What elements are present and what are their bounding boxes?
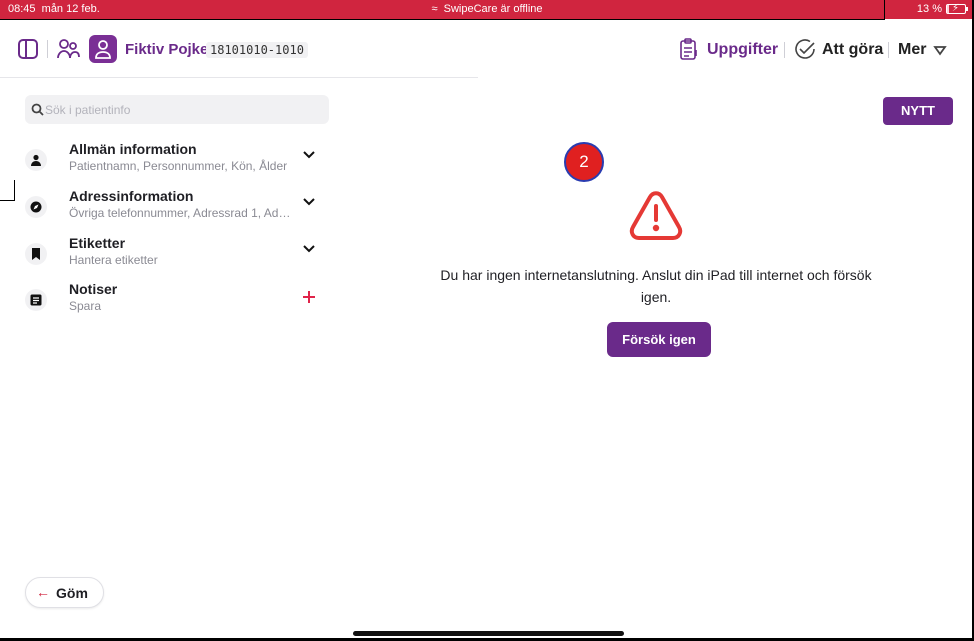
bookmark-icon <box>25 243 47 265</box>
header-divider <box>0 77 478 78</box>
patients-icon[interactable] <box>56 38 80 60</box>
sidebar-item-labels[interactable]: Etiketter Hantera etiketter <box>25 235 325 275</box>
home-indicator[interactable] <box>353 631 624 636</box>
hide-panel-label: Göm <box>56 585 88 601</box>
battery-status: 13 % ⚡ <box>916 3 968 15</box>
annotation-line-top-right <box>884 0 885 20</box>
more-menu[interactable]: Mer <box>898 41 926 59</box>
patient-avatar[interactable] <box>89 35 117 63</box>
search-icon <box>31 103 44 116</box>
sidebar-item-title: Notiser <box>69 281 118 297</box>
chevron-down-icon[interactable] <box>933 44 947 56</box>
sidebar-item-subtitle: Hantera etiketter <box>69 253 158 267</box>
plus-icon[interactable] <box>301 289 317 305</box>
person-icon <box>25 149 47 171</box>
search-box[interactable] <box>25 95 329 124</box>
compass-icon <box>25 196 47 218</box>
sidebar-item-general-info[interactable]: Allmän information Patientnamn, Personnu… <box>25 141 325 181</box>
sidebar-toggle-icon[interactable] <box>18 39 38 59</box>
battery-level <box>947 5 950 13</box>
annotation-line-left <box>0 200 14 201</box>
sidebar-item-notes[interactable]: Notiser Spara <box>25 281 325 321</box>
offline-text: SwipeCare är offline <box>443 3 543 15</box>
warning-icon <box>628 189 684 241</box>
annotation-line-left-vertical <box>14 180 15 201</box>
header-separator <box>888 42 889 58</box>
charging-icon: ⚡ <box>952 3 960 14</box>
offline-indicator: ≈ SwipeCare är offline <box>0 3 974 15</box>
sidebar-item-title: Adressinformation <box>69 188 194 204</box>
battery-icon: ⚡ <box>946 3 968 14</box>
retry-button[interactable]: Försök igen <box>607 322 711 357</box>
battery-percent: 13 % <box>916 3 942 15</box>
search-input[interactable] <box>45 95 325 124</box>
new-button[interactable]: NYTT <box>883 97 953 125</box>
tasks-link[interactable]: Uppgifter <box>707 41 778 59</box>
header-separator <box>784 42 785 58</box>
todo-link[interactable]: Att göra <box>822 41 883 59</box>
status-bar: 08:45 mån 12 feb. ≈ SwipeCare är offline… <box>0 0 974 19</box>
chevron-down-icon[interactable] <box>301 147 317 163</box>
patient-name[interactable]: Fiktiv Pojke <box>125 41 208 58</box>
sidebar-item-address-info[interactable]: Adressinformation Övriga telefonnummer, … <box>25 188 325 228</box>
annotation-number-badge: 2 <box>564 142 604 182</box>
hide-panel-button[interactable]: ← Göm <box>25 577 104 608</box>
check-circle-icon[interactable] <box>794 38 816 60</box>
clipboard-icon[interactable] <box>679 38 699 60</box>
sidebar-item-subtitle: Övriga telefonnummer, Adressrad 1, Adres… <box>69 206 291 220</box>
wifi-icon: ≈ <box>431 3 438 15</box>
sidebar-item-title: Etiketter <box>69 235 126 251</box>
offline-error-message: Du har ingen internetanslutning. Anslut … <box>440 267 872 305</box>
sidebar-item-subtitle: Spara <box>69 299 102 313</box>
notes-icon <box>25 289 47 311</box>
header-separator <box>47 40 48 58</box>
chevron-down-icon[interactable] <box>301 241 317 257</box>
arrow-left-icon: ← <box>36 584 50 600</box>
chevron-down-icon[interactable] <box>301 194 317 210</box>
sidebar-item-title: Allmän information <box>69 141 197 157</box>
patient-id: 18101010-1010 <box>206 42 308 58</box>
sidebar-item-subtitle: Patientnamn, Personnummer, Kön, Ålder <box>69 159 288 173</box>
